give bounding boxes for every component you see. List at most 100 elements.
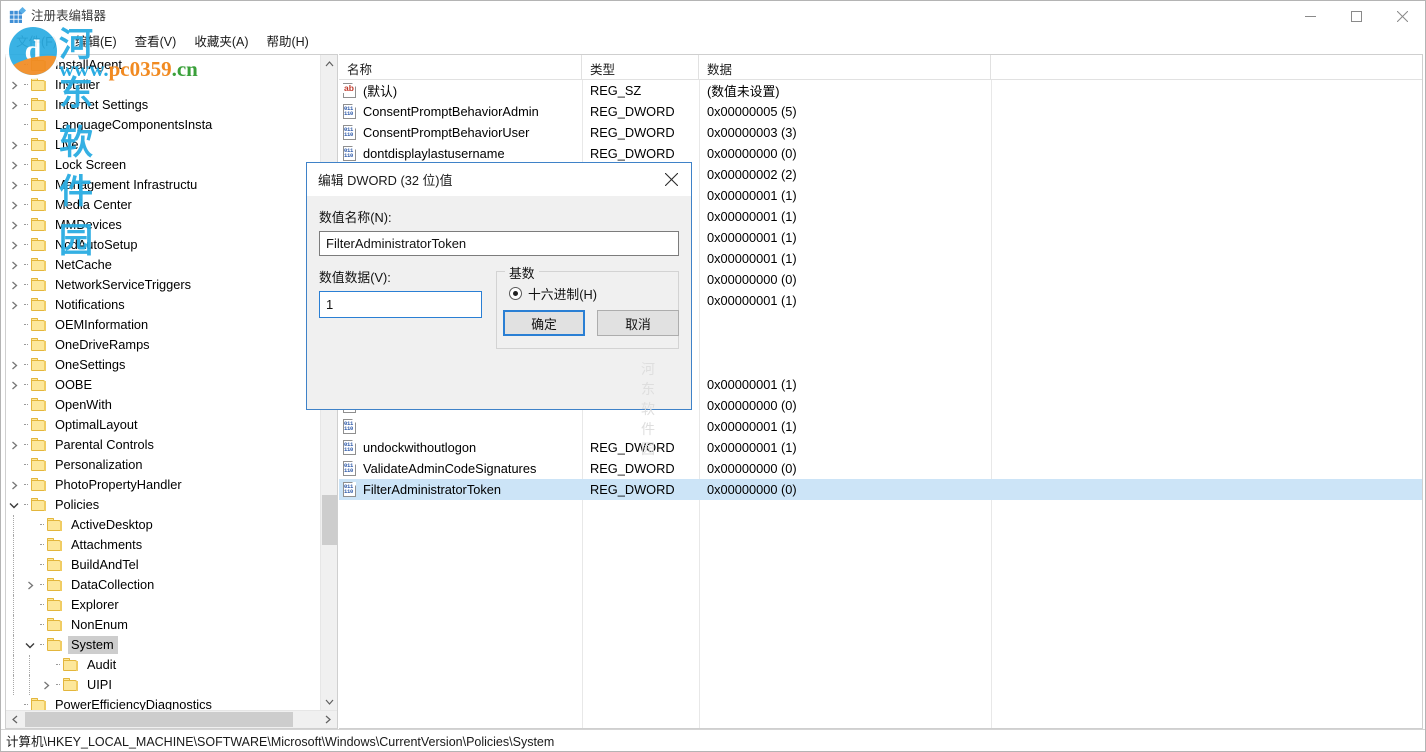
tree-item-attachments[interactable]: Attachments [6,535,320,555]
table-row[interactable]: 011110ConsentPromptBehaviorUserREG_DWORD… [339,122,1422,143]
tree-scroll-down-icon[interactable] [321,693,338,710]
menu-file[interactable]: 文件(F) [7,32,66,53]
tree-item-powerefficiencydiagnostics[interactable]: PowerEfficiencyDiagnostics [6,695,320,710]
tree-item-uipi[interactable]: UIPI [6,675,320,695]
tree-item-installagent[interactable]: InstallAgent [6,55,320,75]
chevron-right-icon[interactable] [6,137,22,153]
tree-scroll-left-icon[interactable] [6,711,24,728]
tree-item-explorer[interactable]: Explorer [6,595,320,615]
menu-help[interactable]: 帮助(H) [257,32,317,53]
tree-item-label: Attachments [68,536,146,554]
tree-item-datacollection[interactable]: DataCollection [6,575,320,595]
tree-item-languagecomponentsinsta[interactable]: LanguageComponentsInsta [6,115,320,135]
chevron-right-icon[interactable] [38,677,54,693]
table-row[interactable]: 011110FilterAdministratorTokenREG_DWORD0… [339,479,1422,500]
close-button[interactable] [1379,1,1425,31]
column-header-1[interactable]: 类型 [582,55,699,80]
tree-item-ncdautosetup[interactable]: NcdAutoSetup [6,235,320,255]
chevron-right-icon[interactable] [6,437,22,453]
folder-icon [30,118,47,132]
value-data-input[interactable] [319,291,482,318]
table-row[interactable]: 011110dontdisplaylastusernameREG_DWORD0x… [339,143,1422,164]
chevron-right-icon[interactable] [6,97,22,113]
cell-name: 011110FilterAdministratorToken [339,482,582,497]
tree-horizontal-scrollbar[interactable] [6,710,337,728]
tree-item-photopropertyhandler[interactable]: PhotoPropertyHandler [6,475,320,495]
chevron-down-icon[interactable] [6,497,22,513]
minimize-button[interactable] [1287,1,1333,31]
dialog-close-icon[interactable] [651,163,691,196]
tree-item-optimallayout[interactable]: OptimalLayout [6,415,320,435]
tree-item-onesettings[interactable]: OneSettings [6,355,320,375]
chevron-right-icon[interactable] [6,357,22,373]
tree-indent-guide [6,575,22,595]
tree-item-installer[interactable]: Installer [6,75,320,95]
tree-scroll-up-icon[interactable] [321,55,338,72]
menu-edit[interactable]: 编辑(E) [66,32,126,53]
tree-item-live[interactable]: Live [6,135,320,155]
tree-item-internet-settings[interactable]: Internet Settings [6,95,320,115]
tree-item-policies[interactable]: Policies [6,495,320,515]
tree-item-label: ActiveDesktop [68,516,157,534]
tree-connector [38,537,46,553]
chevron-right-icon[interactable] [22,577,38,593]
tree-item-parental-controls[interactable]: Parental Controls [6,435,320,455]
tree-item-networkservicetriggers[interactable]: NetworkServiceTriggers [6,275,320,295]
table-row[interactable]: 011110undockwithoutlogonREG_DWORD0x00000… [339,437,1422,458]
tree-item-personalization[interactable]: Personalization [6,455,320,475]
chevron-right-icon[interactable] [6,157,22,173]
ok-button[interactable]: 确定 [503,310,585,336]
chevron-right-icon[interactable] [6,277,22,293]
cell-data: (数值未设置) [699,81,1422,100]
value-name-input[interactable] [319,231,679,256]
dialog-body: 数值名称(N): 数值数据(V): 基数 十六进制(H) 十进制(D) [307,207,691,349]
column-header-2[interactable]: 数据 [699,55,991,80]
table-row[interactable]: 0111100x00000001 (1) [339,416,1422,437]
tree-item-audit[interactable]: Audit [6,655,320,675]
radio-hexadecimal[interactable]: 十六进制(H) [509,284,668,303]
chevron-right-icon[interactable] [6,237,22,253]
tree-item-lock-screen[interactable]: Lock Screen [6,155,320,175]
menu-view[interactable]: 查看(V) [126,32,186,53]
chevron-right-icon[interactable] [6,297,22,313]
tree-item-system[interactable]: System [6,635,320,655]
table-row[interactable]: 011110ValidateAdminCodeSignaturesREG_DWO… [339,458,1422,479]
chevron-right-icon[interactable] [6,177,22,193]
tree-item-activedesktop[interactable]: ActiveDesktop [6,515,320,535]
column-header-0[interactable]: 名称 [339,55,582,80]
values-column-header[interactable]: 名称类型数据 [339,55,1422,80]
folder-icon [46,558,63,572]
chevron-down-icon[interactable] [22,637,38,653]
table-row[interactable]: ab(默认)REG_SZ(数值未设置) [339,80,1422,101]
tree-item-label: NcdAutoSetup [52,236,142,254]
chevron-right-icon[interactable] [6,217,22,233]
tree-item-nonenum[interactable]: NonEnum [6,615,320,635]
chevron-right-icon[interactable] [6,257,22,273]
menu-favorites[interactable]: 收藏夹(A) [185,32,257,53]
cell-data: 0x00000000 (0) [699,398,1422,413]
chevron-right-icon[interactable] [6,477,22,493]
value-name: dontdisplaylastusername [363,146,505,161]
registry-tree[interactable]: InstallAgentInstallerInternet SettingsLa… [6,55,320,710]
tree-item-onedriveramps[interactable]: OneDriveRamps [6,335,320,355]
tree-item-netcache[interactable]: NetCache [6,255,320,275]
tree-item-management-infrastructu[interactable]: Management Infrastructu [6,175,320,195]
tree-item-label: MMDevices [52,216,126,234]
tree-scroll-thumb[interactable] [322,495,337,545]
tree-hscroll-thumb[interactable] [25,712,293,727]
radio-hexadecimal-icon[interactable] [509,287,522,300]
tree-item-buildandtel[interactable]: BuildAndTel [6,555,320,575]
chevron-right-icon[interactable] [6,377,22,393]
cancel-button[interactable]: 取消 [597,310,679,336]
chevron-right-icon[interactable] [6,197,22,213]
table-row[interactable]: 011110ConsentPromptBehaviorAdminREG_DWOR… [339,101,1422,122]
tree-item-notifications[interactable]: Notifications [6,295,320,315]
chevron-right-icon[interactable] [6,77,22,93]
tree-item-media-center[interactable]: Media Center [6,195,320,215]
tree-item-openwith[interactable]: OpenWith [6,395,320,415]
tree-item-oeminformation[interactable]: OEMInformation [6,315,320,335]
maximize-button[interactable] [1333,1,1379,31]
tree-item-oobe[interactable]: OOBE [6,375,320,395]
tree-item-mmdevices[interactable]: MMDevices [6,215,320,235]
tree-scroll-right-icon[interactable] [319,711,337,728]
